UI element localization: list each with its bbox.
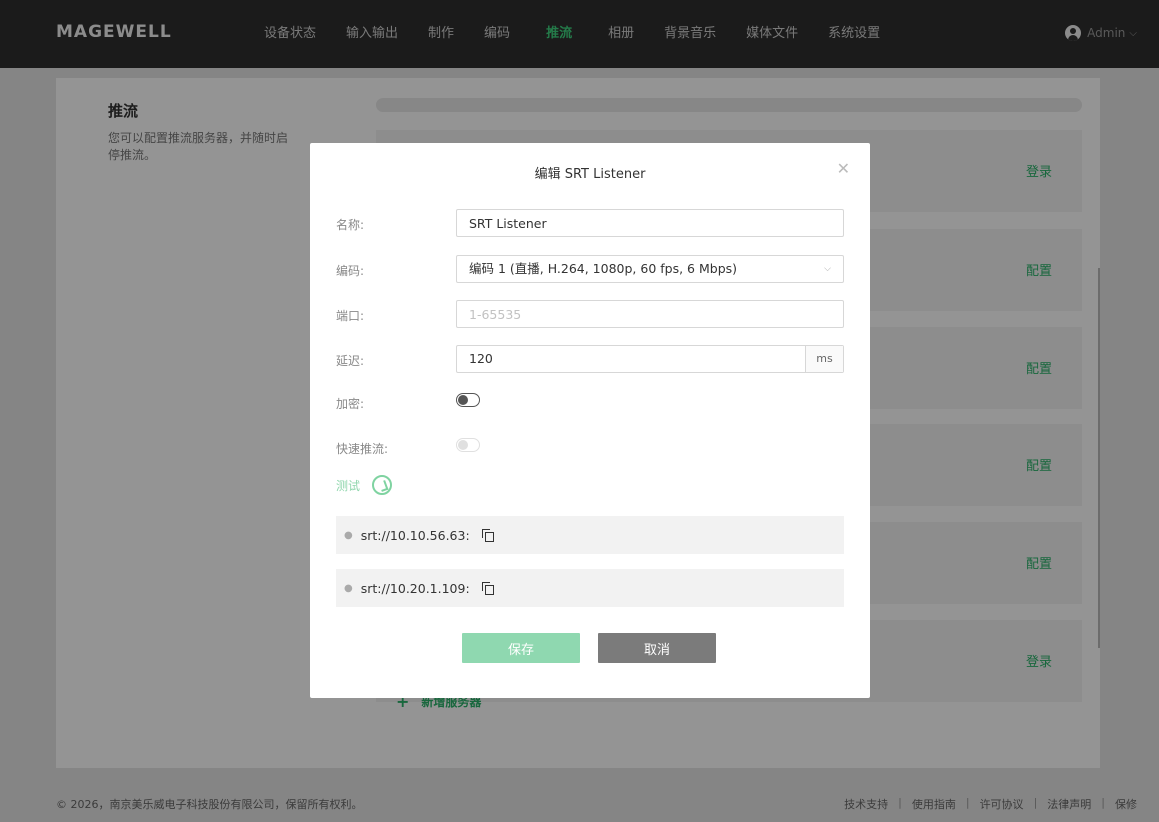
port-label: 端口: [336, 309, 365, 323]
save-button[interactable]: 保存 [462, 633, 580, 663]
edit-srt-listener-dialog: 编辑 SRT Listener ✕ 名称: 编码: 编码 1 (直播, H.26… [310, 143, 870, 698]
latency-unit: ms [805, 346, 843, 372]
dialog-title: 编辑 SRT Listener [534, 167, 646, 182]
encryption-label: 加密: [336, 397, 365, 411]
encoding-label: 编码: [336, 264, 365, 278]
port-input[interactable] [456, 300, 844, 328]
cancel-button[interactable]: 取消 [598, 633, 716, 663]
srt-url: srt://10.10.56.63: [360, 527, 470, 543]
copy-icon[interactable] [481, 529, 494, 542]
encryption-toggle[interactable] [456, 393, 480, 407]
close-icon[interactable]: ✕ [837, 159, 850, 178]
encoding-selected-value: 编码 1 (直播, H.264, 1080p, 60 fps, 6 Mbps) [469, 261, 738, 276]
test-link[interactable]: 测试 [336, 477, 360, 494]
copy-icon[interactable] [481, 582, 494, 595]
encoding-select[interactable]: 编码 1 (直播, H.264, 1080p, 60 fps, 6 Mbps) … [456, 255, 844, 283]
fast-push-toggle[interactable] [456, 438, 480, 452]
name-label: 名称: [336, 218, 365, 232]
speed-test-icon[interactable] [372, 475, 393, 495]
srt-url: srt://10.20.1.109: [360, 580, 470, 596]
latency-value: 120 [469, 351, 493, 366]
status-dot-icon: ● [344, 529, 353, 541]
latency-label: 延迟: [336, 354, 365, 368]
test-row: 测试 [336, 475, 393, 495]
name-input[interactable] [456, 209, 844, 237]
fast-push-label: 快速推流: [336, 442, 389, 456]
url-row: ● srt://10.20.1.109: [336, 569, 844, 607]
latency-input[interactable]: 120 ms [456, 345, 844, 373]
chevron-down-icon: ⌵ [824, 264, 831, 274]
url-row: ● srt://10.10.56.63: [336, 516, 844, 554]
status-dot-icon: ● [344, 582, 353, 594]
